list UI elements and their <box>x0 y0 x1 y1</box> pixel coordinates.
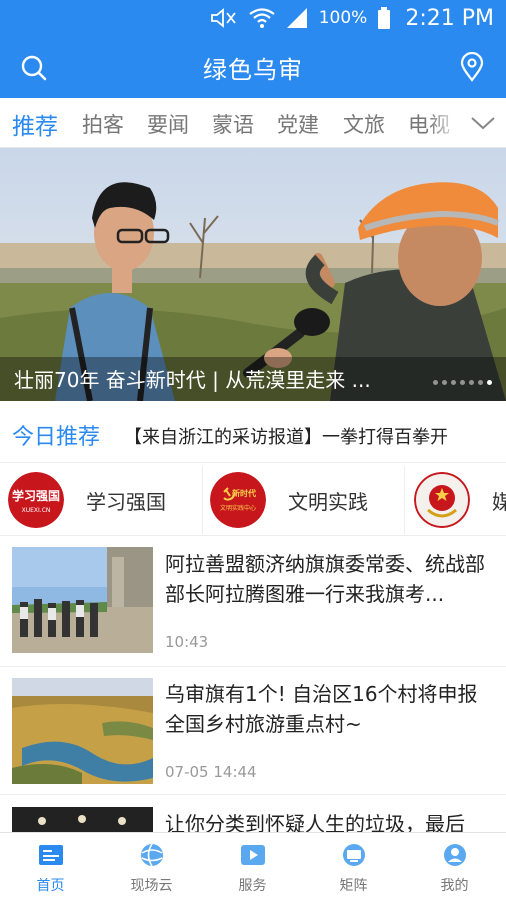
mute-icon <box>209 8 239 28</box>
banner-caption: 壮丽70年 奋斗新时代 | 从荒漠里走来 ... <box>14 368 371 392</box>
news-title: 乌审旗有1个! 自治区16个村将申报全国乡村旅游重点村~ <box>165 682 478 736</box>
news-item[interactable]: 阿拉善盟额济纳旗旗委常委、统战部部长阿拉腾图雅一行来我旗考... 10:43 <box>0 537 506 667</box>
battery-percent: 100% <box>318 8 368 28</box>
nav-profile[interactable]: 我的 <box>404 833 505 900</box>
news-title: 让你分类到怀疑人生的垃圾，最后 <box>165 812 465 832</box>
svg-text:文明实践中心: 文明实践中心 <box>220 504 256 512</box>
news-item[interactable]: 乌审旗有1个! 自治区16个村将申报全国乡村旅游重点村~ 07-05 14:44 <box>0 667 506 795</box>
nav-label: 现场云 <box>130 878 173 894</box>
nav-label: 服务 <box>238 878 267 894</box>
shortcut-xuexi[interactable]: 学习强国 XUEXI.CN 学习强国 <box>8 464 166 535</box>
tab-news[interactable]: 要闻 <box>147 109 189 139</box>
status-bar: 100% 2:21 PM <box>0 0 506 36</box>
xuexi-logo-icon: 学习强国 XUEXI.CN <box>8 472 64 528</box>
news-thumbnail <box>12 547 153 653</box>
app-title: 绿色乌审 <box>203 56 303 84</box>
today-recommend-label: 今日推荐 <box>12 425 101 450</box>
signal-icon <box>285 8 309 28</box>
news-item[interactable]: 让你分类到怀疑人生的垃圾，最后 <box>0 795 506 832</box>
shortcut-media[interactable]: 媒 <box>414 464 506 535</box>
tabs-fade <box>428 98 462 147</box>
national-emblem-icon <box>414 472 470 528</box>
nav-matrix[interactable]: 矩阵 <box>303 833 404 900</box>
matrix-tv-icon <box>343 844 365 866</box>
news-time: 10:43 <box>165 633 209 651</box>
divider <box>202 466 203 534</box>
carousel-dot <box>478 380 483 385</box>
banner-carousel[interactable]: 壮丽70年 奋斗新时代 | 从荒漠里走来 ... <box>0 148 506 401</box>
carousel-indicator <box>433 380 492 385</box>
svg-text:学习强国: 学习强国 <box>12 488 60 503</box>
nav-home[interactable]: 首页 <box>0 833 101 900</box>
today-recommend-headline[interactable]: 【来自浙江的采访报道】一拳打得百拳开 <box>124 423 448 449</box>
service-play-icon <box>241 845 265 865</box>
carousel-dot-active <box>487 380 492 385</box>
app-topbar: 100% 2:21 PM 绿色乌审 <box>0 0 506 98</box>
divider <box>404 466 405 534</box>
shortcut-label: 文明实践 <box>288 489 368 514</box>
status-time: 2:21 PM <box>405 5 494 31</box>
shortcut-label: 学习强国 <box>86 489 166 514</box>
carousel-dot <box>433 380 438 385</box>
shortcut-row: 学习强国 XUEXI.CN 学习强国 新时代 文明实践中心 文明实践 <box>0 464 506 536</box>
tab-mongolian[interactable]: 蒙语 <box>212 109 254 139</box>
svg-text:新时代: 新时代 <box>232 488 256 498</box>
location-button[interactable] <box>458 51 486 82</box>
home-news-icon <box>39 845 63 865</box>
location-pin-icon <box>460 51 484 82</box>
chevron-down-icon <box>471 117 495 130</box>
news-time: 07-05 14:44 <box>165 763 257 781</box>
app-header: 绿色乌审 <box>0 36 506 98</box>
wifi-icon <box>249 8 275 28</box>
nav-label: 矩阵 <box>339 878 368 894</box>
profile-icon <box>444 844 466 866</box>
battery-icon <box>377 7 391 29</box>
carousel-dot <box>460 380 465 385</box>
tab-culture-tourism[interactable]: 文旅 <box>343 109 385 139</box>
shortcut-civilization[interactable]: 新时代 文明实践中心 文明实践 <box>210 464 368 535</box>
civilization-center-logo-icon: 新时代 文明实践中心 <box>210 472 266 528</box>
today-recommend-bar[interactable]: 今日推荐 【来自浙江的采访报道】一拳打得百拳开 <box>0 401 506 463</box>
nav-label: 首页 <box>36 878 65 894</box>
nav-service[interactable]: 服务 <box>202 833 303 900</box>
tab-recommend[interactable]: 推荐 <box>12 107 58 141</box>
news-thumbnail <box>12 678 153 784</box>
nav-live-cloud[interactable]: 现场云 <box>101 833 202 900</box>
svg-text:XUEXI.CN: XUEXI.CN <box>22 507 51 514</box>
category-tabs: 推荐 拍客 要闻 蒙语 党建 文旅 电视 <box>0 98 506 148</box>
news-title: 阿拉善盟额济纳旗旗委常委、统战部部长阿拉腾图雅一行来我旗考... <box>165 552 485 606</box>
carousel-dot <box>469 380 474 385</box>
live-cloud-icon <box>141 843 163 867</box>
bottom-navigation: 首页 现场云 服务 矩阵 我的 <box>0 832 506 900</box>
carousel-dot <box>442 380 447 385</box>
nav-label: 我的 <box>440 878 469 894</box>
tab-paike[interactable]: 拍客 <box>82 109 124 139</box>
shortcut-label: 媒 <box>492 486 506 515</box>
more-tabs-button[interactable] <box>460 98 506 147</box>
carousel-dot <box>451 380 456 385</box>
news-thumbnail <box>12 807 153 832</box>
tab-party[interactable]: 党建 <box>277 109 319 139</box>
